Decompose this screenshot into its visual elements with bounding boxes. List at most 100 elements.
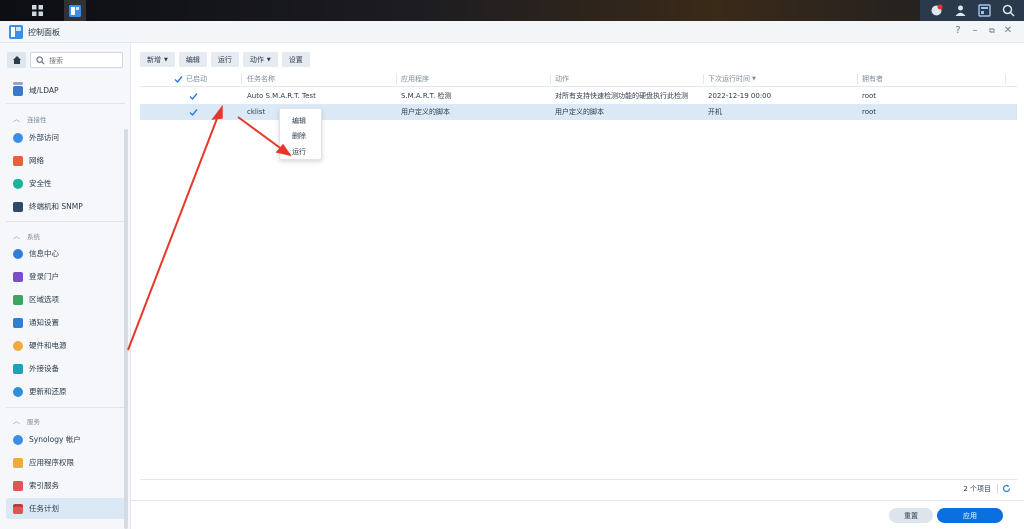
context-menu-edit[interactable]: 编辑: [280, 113, 323, 128]
table-header: 已启动 任务名称 应用程序 动作 下次运行时间 ▼ 拥有者: [140, 71, 1017, 87]
refresh-icon[interactable]: [1002, 484, 1011, 493]
cell-owner: root: [862, 92, 877, 100]
cell-next-run: 2022-12-19 00:00: [708, 92, 772, 100]
action-button[interactable]: 动作 ▼: [242, 52, 278, 67]
help-icon[interactable]: ?: [952, 25, 964, 36]
context-menu-delete[interactable]: 删除: [280, 128, 323, 143]
calendar-icon: [13, 503, 23, 514]
sidebar-item-network[interactable]: 网络: [6, 150, 125, 171]
sidebar-item-login-portal[interactable]: 登录门户: [6, 266, 125, 287]
column-application[interactable]: 应用程序: [397, 71, 547, 87]
toolbar: 新增 ▼ 编辑 运行 动作 ▼ 设置: [140, 52, 310, 67]
run-button[interactable]: 运行: [210, 52, 239, 67]
table-row-selected[interactable]: cklist 用户定义的脚本 用户定义的脚本 开机 root: [140, 104, 1017, 120]
create-button[interactable]: 新增 ▼: [140, 52, 175, 67]
taskbar-tray: [920, 0, 1024, 21]
sidebar-item-external-access[interactable]: 外部访问: [6, 127, 125, 148]
sidebar-divider: [6, 407, 125, 408]
sidebar-item-regional-options[interactable]: 区域选项: [6, 289, 125, 310]
sidebar-divider: [6, 103, 125, 104]
apply-button[interactable]: 应用: [937, 508, 1003, 523]
sidebar-item-info-center[interactable]: 信息中心: [6, 243, 125, 264]
sidebar-item-synology-account[interactable]: Synology 帐户: [6, 429, 125, 450]
column-action[interactable]: 动作: [551, 71, 701, 87]
check-icon: [189, 108, 198, 116]
notification-chat-icon[interactable]: [930, 4, 943, 17]
cell-next-run: 开机: [708, 108, 722, 116]
external-access-icon: [13, 132, 23, 143]
cell-action: 对所有支持快速检测功能的硬盘执行此检测: [555, 92, 688, 100]
context-menu-run[interactable]: 运行: [280, 144, 323, 159]
search-icon: [36, 56, 45, 65]
lock-icon: [13, 457, 23, 468]
sidebar-item-notification[interactable]: 通知设置: [6, 312, 125, 333]
check-icon: [189, 92, 198, 100]
cell-action: 用户定义的脚本: [555, 108, 604, 116]
restore-icon[interactable]: ⧉: [986, 26, 998, 36]
search-icon[interactable]: [1002, 4, 1015, 17]
index-icon: [13, 480, 23, 491]
enabled-checkbox[interactable]: [185, 104, 198, 120]
chevron-up-icon: ︿: [13, 232, 20, 240]
section-header-system[interactable]: ︿ 系统: [13, 231, 40, 241]
network-icon: [13, 155, 23, 166]
cell-owner: root: [862, 108, 877, 116]
sidebar-item-app-privileges[interactable]: 应用程序权限: [6, 452, 125, 473]
sidebar-item-hardware-power[interactable]: 硬件和电源: [6, 335, 125, 356]
edit-button[interactable]: 编辑: [178, 52, 207, 67]
column-task-name[interactable]: 任务名称: [243, 71, 393, 87]
settings-button[interactable]: 设置: [281, 52, 310, 67]
region-icon: [13, 294, 23, 305]
sidebar-item-indexing-service[interactable]: 索引服务: [6, 475, 125, 496]
search-input[interactable]: [49, 55, 119, 66]
sidebar: 域/LDAP ︿连接性 外部访问 网络 安全性 终端机和 SNMP ︿系统 信息…: [0, 43, 131, 529]
sidebar-search[interactable]: [30, 52, 123, 68]
table-row[interactable]: Auto S.M.A.R.T. Test S.M.A.R.T. 检测 对所有支持…: [140, 88, 1017, 104]
main-menu-button[interactable]: [26, 0, 48, 21]
home-button[interactable]: [7, 52, 26, 68]
terminal-icon: [13, 201, 23, 212]
minimize-icon[interactable]: –: [969, 25, 981, 36]
section-header-connectivity[interactable]: ︿ 连接性: [13, 114, 47, 124]
column-separator: [241, 74, 242, 84]
column-enabled[interactable]: 已启动: [170, 71, 240, 87]
widgets-icon[interactable]: [977, 4, 991, 17]
close-icon[interactable]: ✕: [1002, 25, 1014, 36]
chevron-up-icon: ︿: [13, 115, 20, 123]
grid-icon: [31, 5, 43, 16]
sidebar-item-domain-ldap[interactable]: 域/LDAP: [6, 80, 125, 101]
control-panel-icon: [9, 25, 23, 39]
external-device-icon: [13, 363, 23, 374]
cell-application: 用户定义的脚本: [401, 108, 450, 116]
chevron-up-icon: ︿: [13, 417, 20, 425]
item-count: 2 个项目: [963, 485, 991, 493]
control-panel-taskbar-button[interactable]: [64, 0, 86, 21]
lightbulb-icon: [13, 340, 23, 351]
enabled-checkbox[interactable]: [185, 88, 198, 104]
reset-button[interactable]: 重置: [889, 508, 933, 523]
column-separator: [1005, 74, 1006, 84]
info-icon: [13, 248, 23, 259]
column-next-run[interactable]: 下次运行时间 ▼: [704, 71, 854, 87]
context-menu: 编辑 删除 运行: [279, 108, 322, 160]
window-title: 控制面板: [28, 28, 60, 37]
update-icon: [13, 386, 23, 397]
sidebar-item-update-restore[interactable]: 更新和还原: [6, 381, 125, 402]
sidebar-scrollbar[interactable]: [124, 129, 128, 529]
sidebar-item-external-devices[interactable]: 外接设备: [6, 358, 125, 379]
sidebar-item-task-scheduler[interactable]: 任务计划: [6, 498, 125, 519]
user-icon[interactable]: [954, 4, 967, 17]
notification-icon: [13, 317, 23, 328]
column-owner[interactable]: 拥有者: [858, 71, 1008, 87]
check-icon: [174, 75, 183, 83]
account-icon: [13, 434, 23, 445]
sidebar-item-terminal-snmp[interactable]: 终端机和 SNMP: [6, 196, 125, 217]
task-table: 已启动 任务名称 应用程序 动作 下次运行时间 ▼ 拥有者 Auto S.M.A.…: [140, 71, 1017, 481]
directory-icon: [13, 85, 23, 96]
sidebar-item-security[interactable]: 安全性: [6, 173, 125, 194]
footer-separator: [997, 484, 998, 494]
cell-task-name: Auto S.M.A.R.T. Test: [247, 92, 316, 100]
home-icon: [12, 56, 21, 64]
section-header-services[interactable]: ︿ 服务: [13, 416, 40, 426]
portal-icon: [13, 271, 23, 282]
